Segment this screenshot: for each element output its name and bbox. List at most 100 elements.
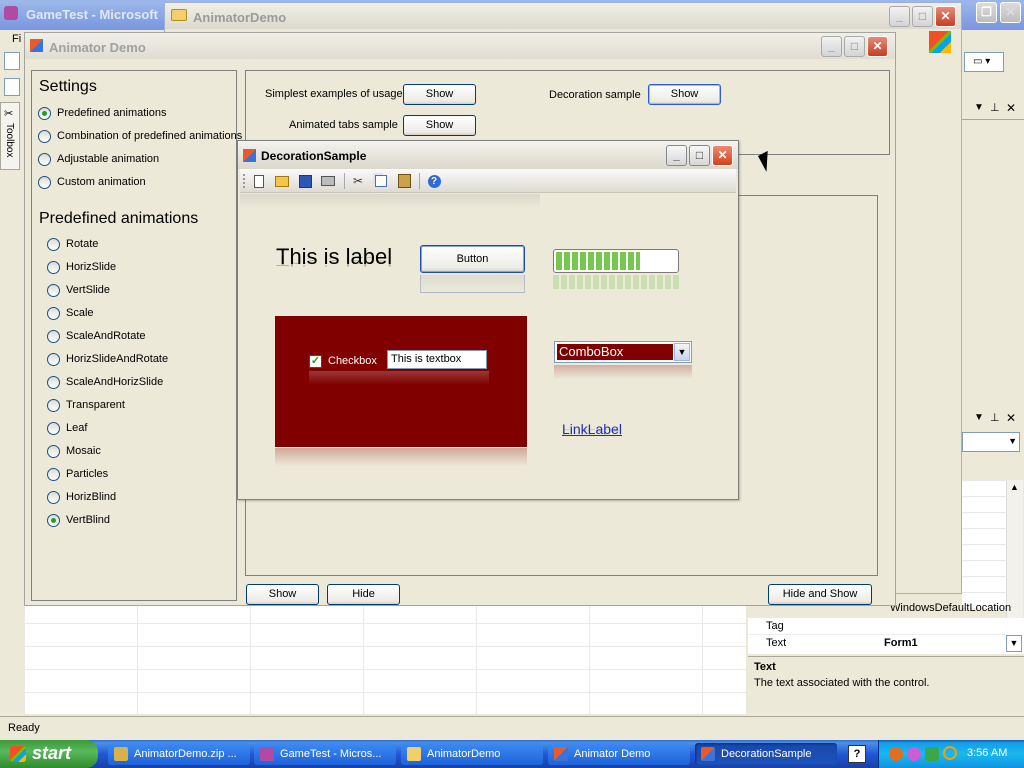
animator-title: Animator Demo <box>49 40 146 55</box>
settings-option-0[interactable]: Predefined animations <box>38 105 166 121</box>
copy-icon[interactable] <box>373 173 389 189</box>
predefined-option-horizslide[interactable]: HorizSlide <box>47 259 116 275</box>
predefined-option-leaf[interactable]: Leaf <box>47 420 87 436</box>
toolbox-tab[interactable]: ✂ Toolbox <box>0 102 20 170</box>
prop-pin-icon[interactable]: ⊥ <box>990 411 1000 424</box>
prop-row-text[interactable]: Text Form1 <box>748 635 1006 652</box>
prop-dropdown-icon[interactable]: ▼ <box>974 412 984 423</box>
radio-icon[interactable] <box>47 283 60 297</box>
ide-restore-button[interactable]: ❐ <box>976 2 997 23</box>
predefined-option-label: VertBlind <box>66 514 111 526</box>
predefined-option-rotate[interactable]: Rotate <box>47 236 98 252</box>
show-button[interactable]: Show <box>246 584 319 605</box>
predefined-option-scaleandhorizslide[interactable]: ScaleAndHorizSlide <box>47 374 163 390</box>
ide-close-button[interactable]: ✕ <box>1000 2 1021 23</box>
task-animatordemo-zip[interactable]: AnimatorDemo.zip ... <box>108 743 250 765</box>
sample-combobox[interactable]: ComboBox ▼ <box>554 341 692 363</box>
solution-pane-header: ▼ ⊥ ✕ <box>962 100 1024 120</box>
animator-close-button[interactable]: ✕ <box>867 36 888 57</box>
scroll-up-icon[interactable]: ▲ <box>1010 482 1019 492</box>
pane-dropdown-icon[interactable]: ▼ <box>974 102 984 113</box>
prop-close-icon[interactable]: ✕ <box>1006 411 1016 425</box>
prop-row-text-name: Text <box>766 637 787 649</box>
settings-option-2[interactable]: Adjustable animation <box>38 151 159 167</box>
radio-icon[interactable] <box>38 106 51 120</box>
prop-row-dropdown-icon[interactable]: ▼ <box>1006 635 1022 652</box>
radio-icon[interactable] <box>47 490 60 504</box>
tabs-show-button[interactable]: Show <box>403 115 476 136</box>
radio-icon[interactable] <box>47 306 60 320</box>
predefined-option-transparent[interactable]: Transparent <box>47 397 125 413</box>
radio-icon[interactable] <box>38 152 51 166</box>
radio-icon[interactable] <box>47 237 60 251</box>
prop-object-combo[interactable]: ▼ <box>962 432 1020 452</box>
animator-maximize-button[interactable]: □ <box>844 36 865 57</box>
status-text: Ready <box>8 722 40 734</box>
radio-icon[interactable] <box>47 467 60 481</box>
sample-checkbox-row[interactable]: ✓ Checkbox <box>309 353 377 369</box>
prop-row-tag[interactable]: Tag <box>748 618 1006 635</box>
sample-button[interactable]: Button <box>420 245 525 273</box>
radio-icon[interactable] <box>47 421 60 435</box>
task-decorationsample[interactable]: DecorationSample <box>695 743 837 765</box>
task-gametest[interactable]: GameTest - Micros... <box>254 743 396 765</box>
help-tray-icon[interactable]: ? <box>848 745 866 763</box>
predefined-option-particles[interactable]: Particles <box>47 466 108 482</box>
explorer-close-button[interactable]: ✕ <box>935 6 956 27</box>
decoration-close-button[interactable]: ✕ <box>712 145 733 166</box>
tray-icon-3[interactable] <box>925 747 939 761</box>
settings-option-1[interactable]: Combination of predefined animations <box>38 128 242 144</box>
pane-pin-icon[interactable]: ⊥ <box>990 101 1000 114</box>
paste-icon[interactable] <box>396 173 412 189</box>
predefined-option-scale[interactable]: Scale <box>47 305 94 321</box>
start-button[interactable]: start <box>0 740 98 768</box>
open-folder-icon[interactable] <box>274 173 290 189</box>
decoration-maximize-button[interactable]: □ <box>689 145 710 166</box>
clock: 3:56 AM <box>967 747 1008 759</box>
sample-textbox[interactable]: This is textbox <box>387 350 487 369</box>
radio-icon[interactable] <box>47 398 60 412</box>
radio-icon[interactable] <box>38 129 51 143</box>
settings-option-3[interactable]: Custom animation <box>38 174 146 190</box>
predefined-option-scaleandrotate[interactable]: ScaleAndRotate <box>47 328 146 344</box>
decoration-show-button[interactable]: Show <box>648 84 721 105</box>
explorer-minimize-button[interactable]: _ <box>889 6 910 27</box>
decoration-minimize-button[interactable]: _ <box>666 145 687 166</box>
radio-icon[interactable] <box>47 329 60 343</box>
checkbox-icon[interactable]: ✓ <box>309 354 322 368</box>
predefined-option-horizslideandrotate[interactable]: HorizSlideAndRotate <box>47 351 168 367</box>
pane-close-icon[interactable]: ✕ <box>1006 101 1016 115</box>
menu-file[interactable]: Fi <box>12 33 21 45</box>
radio-icon[interactable] <box>47 260 60 274</box>
cut-icon[interactable]: ✂ <box>350 173 366 189</box>
help-icon[interactable]: ? <box>426 173 442 189</box>
combobox-arrow-icon[interactable]: ▼ <box>674 343 690 361</box>
radio-icon[interactable] <box>47 444 60 458</box>
print-icon[interactable] <box>320 173 336 189</box>
ide-toolbar-icon-1[interactable] <box>4 52 20 70</box>
start-label: start <box>32 743 72 763</box>
radio-icon[interactable] <box>47 513 60 527</box>
dropdown-widget[interactable]: ▭ ▾ <box>964 52 1004 72</box>
search-tray-icon[interactable] <box>943 746 957 760</box>
radio-icon[interactable] <box>38 175 51 189</box>
new-file-icon[interactable] <box>251 173 267 189</box>
predefined-option-vertblind[interactable]: VertBlind <box>47 512 110 528</box>
radio-icon[interactable] <box>47 375 60 389</box>
task-animator-demo[interactable]: Animator Demo <box>548 743 690 765</box>
simplest-show-button[interactable]: Show <box>403 84 476 105</box>
radio-icon[interactable] <box>47 352 60 366</box>
hide-and-show-button[interactable]: Hide and Show <box>768 584 872 605</box>
tray-icon-2[interactable] <box>907 747 921 761</box>
explorer-maximize-button[interactable]: □ <box>912 6 933 27</box>
task-animatordemo-folder[interactable]: AnimatorDemo <box>401 743 543 765</box>
predefined-option-vertslide[interactable]: VertSlide <box>47 282 110 298</box>
animator-minimize-button[interactable]: _ <box>821 36 842 57</box>
save-icon[interactable] <box>297 173 313 189</box>
ide-toolbar-icon-2[interactable] <box>4 78 20 96</box>
predefined-option-mosaic[interactable]: Mosaic <box>47 443 101 459</box>
predefined-option-horizblind[interactable]: HorizBlind <box>47 489 116 505</box>
settings-option-label: Adjustable animation <box>57 153 160 165</box>
hide-button[interactable]: Hide <box>327 584 400 605</box>
tray-icon-1[interactable] <box>889 747 903 761</box>
